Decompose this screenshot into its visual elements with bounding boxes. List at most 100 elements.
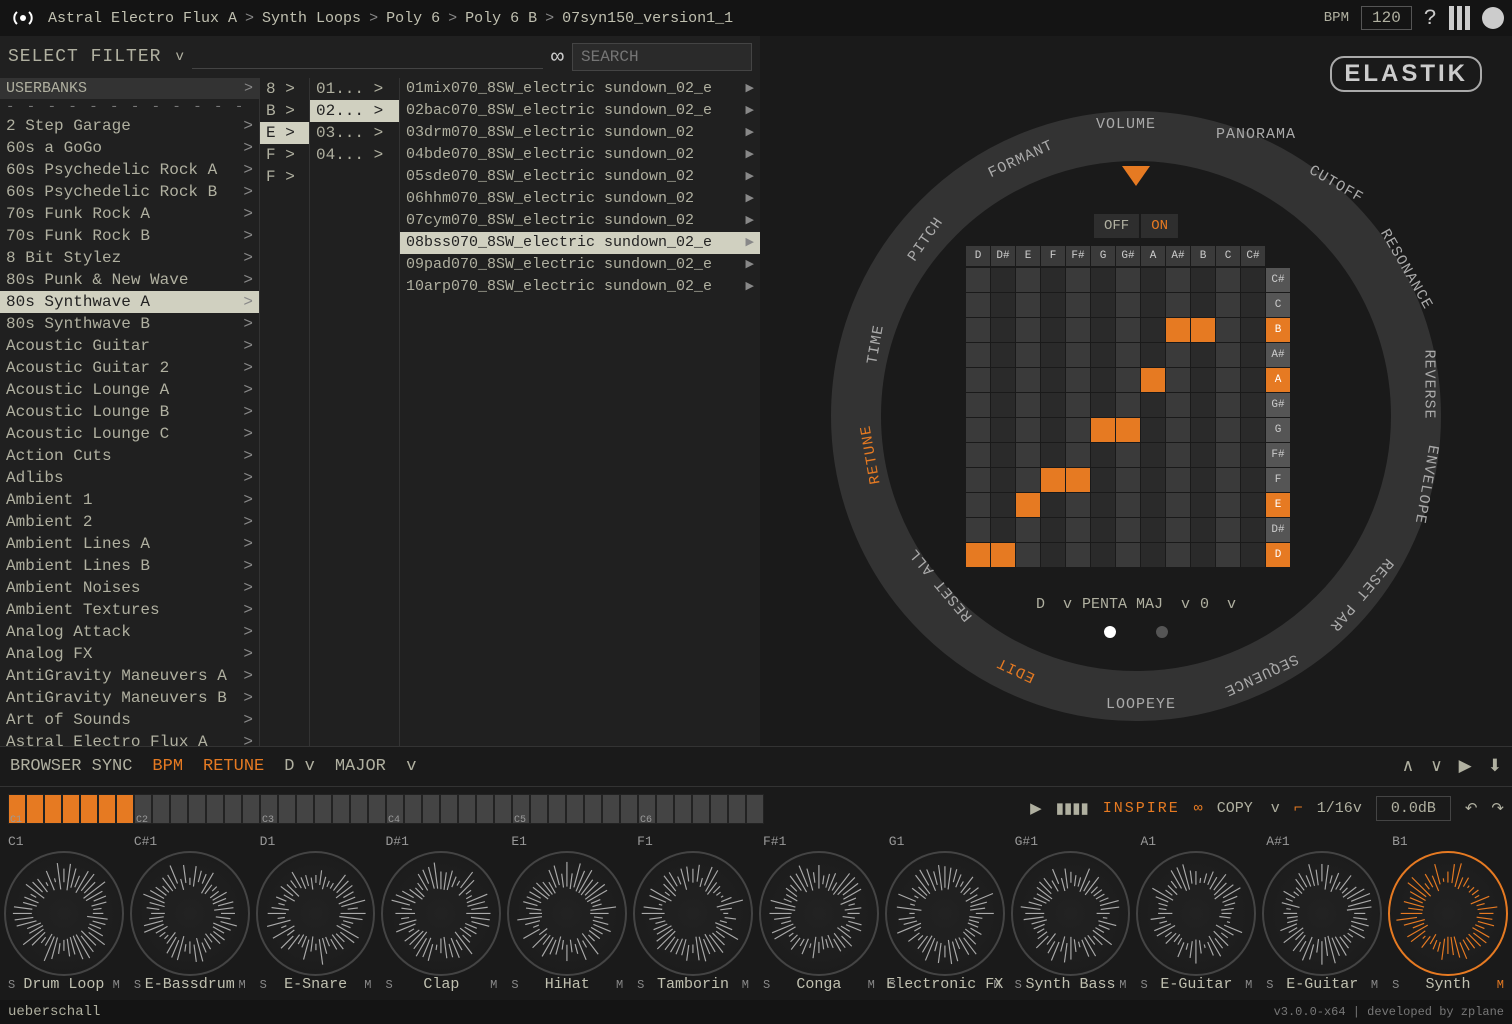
- pad-waveform[interactable]: [4, 851, 124, 976]
- note-cell[interactable]: [991, 443, 1015, 467]
- note-cell[interactable]: [1091, 493, 1115, 517]
- note-cell[interactable]: [1066, 543, 1090, 567]
- search-input[interactable]: [572, 43, 752, 71]
- browser-item[interactable]: 8 >: [260, 78, 309, 100]
- note-cell[interactable]: [1216, 393, 1240, 417]
- note-cell[interactable]: [1191, 493, 1215, 517]
- note-cell[interactable]: [1141, 418, 1165, 442]
- note-row-label[interactable]: A: [1266, 368, 1290, 392]
- note-cell[interactable]: [1091, 318, 1115, 342]
- note-cell[interactable]: [1241, 318, 1265, 342]
- note-cell[interactable]: [966, 543, 990, 567]
- note-cell[interactable]: [1216, 343, 1240, 367]
- userbank-item[interactable]: Acoustic Lounge B>: [0, 401, 259, 423]
- note-cell[interactable]: [1066, 293, 1090, 317]
- pad-waveform[interactable]: [1136, 851, 1256, 976]
- note-cell[interactable]: [1016, 268, 1040, 292]
- note-cell[interactable]: [991, 468, 1015, 492]
- note-row-label[interactable]: F: [1266, 468, 1290, 492]
- userbank-item[interactable]: Acoustic Guitar 2>: [0, 357, 259, 379]
- note-cell[interactable]: [1216, 268, 1240, 292]
- note-cell[interactable]: [1041, 368, 1065, 392]
- note-cell[interactable]: [991, 343, 1015, 367]
- note-cell[interactable]: [966, 468, 990, 492]
- note-cell[interactable]: [966, 368, 990, 392]
- note-cell[interactable]: [1091, 468, 1115, 492]
- sample-item[interactable]: 05sde070_8SW_electric sundown_02▶: [400, 166, 760, 188]
- note-cell[interactable]: [1041, 418, 1065, 442]
- note-cell[interactable]: [1066, 468, 1090, 492]
- sample-pad[interactable]: C1 SM: [4, 834, 124, 976]
- userbank-item[interactable]: Ambient Lines B>: [0, 555, 259, 577]
- note-cell[interactable]: [1166, 493, 1190, 517]
- note-cell[interactable]: [991, 418, 1015, 442]
- note-cell[interactable]: [1041, 293, 1065, 317]
- note-cell[interactable]: [1091, 393, 1115, 417]
- sample-pad[interactable]: A#1 SM: [1262, 834, 1382, 976]
- userbank-item[interactable]: 80s Synthwave A>: [0, 291, 259, 313]
- filter-dropdown-icon[interactable]: v: [175, 49, 183, 65]
- note-cell[interactable]: [1191, 543, 1215, 567]
- sync-bpm[interactable]: BPM: [152, 757, 183, 776]
- note-cell[interactable]: [1141, 368, 1165, 392]
- note-cell[interactable]: [1091, 418, 1115, 442]
- note-cell[interactable]: [1191, 518, 1215, 542]
- volume-marker-icon[interactable]: [1122, 166, 1150, 186]
- note-cell[interactable]: [966, 493, 990, 517]
- note-cell[interactable]: [1166, 343, 1190, 367]
- note-row-label[interactable]: A#: [1266, 343, 1290, 367]
- userbank-item[interactable]: AntiGravity Maneuvers A>: [0, 665, 259, 687]
- ring-reverse[interactable]: REVERSE: [1421, 349, 1438, 419]
- scale-name[interactable]: PENTA MAJ v: [1082, 596, 1190, 613]
- userbank-item[interactable]: 80s Synthwave B>: [0, 313, 259, 335]
- note-cell[interactable]: [1116, 368, 1140, 392]
- note-cell[interactable]: [1016, 293, 1040, 317]
- note-cell[interactable]: [1066, 418, 1090, 442]
- note-cell[interactable]: [1191, 318, 1215, 342]
- note-cell[interactable]: [991, 393, 1015, 417]
- note-cell[interactable]: [1216, 518, 1240, 542]
- browser-sync-label[interactable]: BROWSER SYNC: [10, 757, 132, 776]
- pad-waveform[interactable]: [885, 851, 1005, 976]
- note-cell[interactable]: [1216, 293, 1240, 317]
- note-cell[interactable]: [1066, 443, 1090, 467]
- userbank-item[interactable]: 80s Punk & New Wave>: [0, 269, 259, 291]
- note-cell[interactable]: [966, 268, 990, 292]
- note-cell[interactable]: [1141, 443, 1165, 467]
- userbank-item[interactable]: Analog Attack>: [0, 621, 259, 643]
- userbank-item[interactable]: Ambient Lines A>: [0, 533, 259, 555]
- note-cell[interactable]: [1241, 418, 1265, 442]
- note-cell[interactable]: [1191, 268, 1215, 292]
- userbanks-header[interactable]: USERBANKS>: [0, 78, 259, 99]
- note-row-label[interactable]: D: [1266, 543, 1290, 567]
- userbank-item[interactable]: Acoustic Lounge A>: [0, 379, 259, 401]
- play-icon[interactable]: ▶: [1030, 799, 1042, 818]
- nav-up-icon[interactable]: ∧: [1402, 756, 1414, 777]
- userbank-item[interactable]: 2 Step Garage>: [0, 115, 259, 137]
- note-cell[interactable]: [1016, 493, 1040, 517]
- note-cell[interactable]: [1216, 543, 1240, 567]
- note-cell[interactable]: [1166, 293, 1190, 317]
- page-dot[interactable]: [1104, 626, 1116, 638]
- note-cell[interactable]: [1066, 518, 1090, 542]
- off-button[interactable]: OFF: [1094, 214, 1139, 238]
- browser-item[interactable]: F >: [260, 166, 309, 188]
- note-cell[interactable]: [1091, 543, 1115, 567]
- note-cell[interactable]: [1066, 343, 1090, 367]
- breadcrumb-item[interactable]: Astral Electro Flux A: [48, 10, 237, 27]
- note-cell[interactable]: [1116, 418, 1140, 442]
- note-cell[interactable]: [1016, 443, 1040, 467]
- browser-item[interactable]: 02... >: [310, 100, 399, 122]
- note-row-label[interactable]: C#: [1266, 268, 1290, 292]
- sample-item[interactable]: 06hhm070_8SW_electric sundown_02▶: [400, 188, 760, 210]
- sample-pad[interactable]: E1 SM: [507, 834, 627, 976]
- note-cell[interactable]: [966, 318, 990, 342]
- note-cell[interactable]: [1191, 293, 1215, 317]
- sample-pad[interactable]: A1 SM: [1136, 834, 1256, 976]
- infinity-icon[interactable]: ∞: [1194, 800, 1203, 817]
- browser-item[interactable]: 04... >: [310, 144, 399, 166]
- note-cell[interactable]: [1041, 443, 1065, 467]
- note-cell[interactable]: [1166, 468, 1190, 492]
- note-cell[interactable]: [1166, 368, 1190, 392]
- note-cell[interactable]: [1166, 543, 1190, 567]
